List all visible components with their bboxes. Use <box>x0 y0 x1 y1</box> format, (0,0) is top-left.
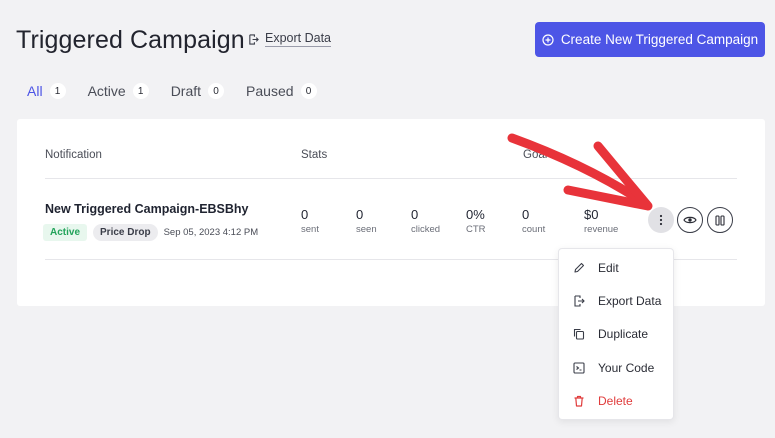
menu-item-your-code[interactable]: Your Code <box>559 351 673 384</box>
stat-seen: 0 seen <box>356 207 377 235</box>
stat-value: $0 <box>584 207 599 222</box>
terminal-icon <box>573 361 585 374</box>
column-header-goal: Goal <box>523 149 548 161</box>
stat-sent: 0 sent <box>301 207 319 235</box>
row-actions-menu: Edit Export Data Duplicate Your Code Del… <box>558 248 674 420</box>
more-vertical-icon <box>659 214 663 226</box>
pencil-icon <box>574 262 585 273</box>
preview-button[interactable] <box>677 207 703 233</box>
status-badge: Active <box>43 224 88 241</box>
pause-button[interactable] <box>707 207 733 233</box>
menu-item-label: Delete <box>598 393 633 408</box>
campaign-title[interactable]: New Triggered Campaign-EBSBhy <box>45 202 249 216</box>
create-campaign-button[interactable]: Create New Triggered Campaign <box>535 22 765 57</box>
tab-count: 1 <box>49 83 66 99</box>
stat-ctr: 0% CTR <box>466 207 486 235</box>
plus-circle-icon <box>542 33 554 46</box>
eye-icon <box>683 216 697 224</box>
tab-active[interactable]: Active 1 <box>88 83 149 99</box>
trash-icon <box>574 395 584 407</box>
stat-label: seen <box>356 224 377 235</box>
tab-count: 1 <box>132 83 149 99</box>
tab-count: 0 <box>300 83 317 99</box>
menu-item-label: Export Data <box>598 293 662 308</box>
status-tabs: All 1 Active 1 Draft 0 Paused 0 <box>27 83 317 99</box>
tab-label: Draft <box>170 83 202 99</box>
menu-item-delete[interactable]: Delete <box>559 384 673 417</box>
export-icon <box>574 295 585 307</box>
tab-label: Paused <box>246 83 294 99</box>
menu-item-duplicate[interactable]: Duplicate <box>559 318 673 351</box>
export-data-link[interactable]: Export Data <box>248 31 332 47</box>
export-data-label: Export Data <box>265 31 332 47</box>
more-actions-button[interactable] <box>648 207 674 233</box>
stat-label: revenue <box>584 224 619 235</box>
create-campaign-label: Create New Triggered Campaign <box>560 32 759 47</box>
page-title: Triggered Campaign <box>16 26 245 54</box>
type-badge: Price Drop <box>93 224 158 241</box>
tab-count: 0 <box>208 83 225 99</box>
stat-value: 0 <box>301 207 309 222</box>
tab-label: Active <box>87 83 126 99</box>
menu-item-label: Duplicate <box>598 327 649 342</box>
menu-item-export-data[interactable]: Export Data <box>559 284 673 317</box>
stat-label: count <box>522 224 546 235</box>
pause-icon <box>715 214 725 226</box>
tab-label: All <box>27 83 43 99</box>
stat-value: 0 <box>522 207 530 222</box>
menu-item-label: Your Code <box>598 360 655 375</box>
menu-item-edit[interactable]: Edit <box>559 251 673 284</box>
stat-value: 0 <box>356 207 364 222</box>
tab-draft[interactable]: Draft 0 <box>170 83 225 99</box>
column-header-notification: Notification <box>45 149 102 161</box>
stat-clicked: 0 clicked <box>411 207 440 235</box>
menu-item-label: Edit <box>598 260 619 275</box>
header-divider <box>45 178 737 179</box>
campaign-meta: Active Price Drop Sep 05, 2023 4:12 PM <box>43 224 258 241</box>
column-header-stats: Stats <box>301 149 328 161</box>
stat-label: clicked <box>411 224 441 235</box>
goal-revenue: $0 revenue <box>584 207 618 235</box>
copy-icon <box>573 329 585 340</box>
export-icon <box>249 33 259 45</box>
stat-label: sent <box>301 224 319 235</box>
stat-label: CTR <box>466 224 486 235</box>
stat-value: 0 <box>411 207 419 222</box>
created-timestamp: Sep 05, 2023 4:12 PM <box>163 227 259 238</box>
stat-value: 0% <box>466 207 485 222</box>
tab-paused[interactable]: Paused 0 <box>246 83 317 99</box>
goal-count: 0 count <box>522 207 545 235</box>
tab-all[interactable]: All 1 <box>27 83 66 99</box>
